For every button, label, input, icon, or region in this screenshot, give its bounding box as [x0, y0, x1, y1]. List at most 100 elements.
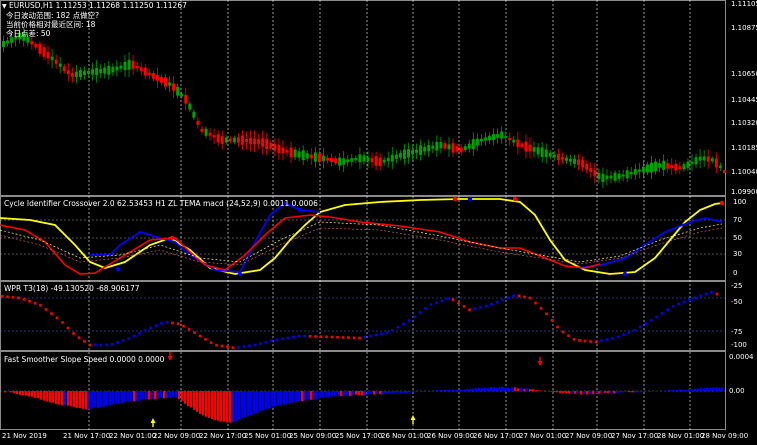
histogram-bar: [481, 388, 484, 391]
wpr-dot: [231, 346, 235, 349]
wpr-dot: [132, 334, 136, 338]
wpr-dot: [220, 344, 224, 348]
candle-body: [609, 175, 613, 179]
histogram-bar: [286, 391, 289, 404]
candle-body: [411, 150, 415, 155]
histogram-bar: [130, 391, 133, 401]
wpr-dot: [446, 297, 449, 301]
candle-body: [249, 137, 253, 144]
candle-body: [42, 47, 46, 57]
candle-body: [625, 170, 629, 179]
histogram-bar: [181, 391, 184, 401]
candle-body: [593, 170, 597, 176]
histogram-bar: [415, 391, 418, 393]
dropdown-triangle-icon[interactable]: ▼: [2, 3, 7, 10]
candle-body: [500, 131, 504, 139]
cycle-yellow-line: [0, 198, 723, 275]
candle-body: [350, 158, 354, 162]
osc2-level: -75: [731, 328, 743, 336]
histogram-bar: [529, 389, 532, 391]
time-tick: 26 Nov 01:00: [381, 432, 429, 440]
candle-body: [451, 143, 455, 153]
osc2-level: -25: [731, 282, 743, 290]
wpr-dot: [215, 343, 218, 347]
price-tick: 1.10320: [731, 119, 757, 127]
histogram-bar: [358, 391, 361, 396]
candle-body: [556, 153, 560, 161]
histogram-bar: [331, 391, 334, 397]
candle-body: [690, 161, 694, 164]
wpr-dot: [83, 340, 86, 343]
histogram-bar: [310, 391, 313, 400]
histogram-bar: [355, 391, 358, 395]
price-tick: 1.10445: [731, 96, 757, 104]
info-line-2: 当前价格相对最近区间: 18: [6, 20, 96, 29]
candle-body: [686, 161, 690, 168]
histogram-bar: [115, 391, 118, 404]
candle-body: [232, 137, 236, 143]
time-tick: 25 Nov 17:00: [335, 432, 383, 440]
wpr-dot: [149, 326, 152, 330]
chart-canvas[interactable]: [0, 0, 757, 445]
candle-body: [62, 66, 66, 72]
candle-body: [330, 158, 334, 163]
candle-body: [204, 128, 208, 136]
wpr-dot: [110, 343, 114, 346]
histogram-bar: [709, 387, 712, 391]
histogram-bar: [367, 391, 370, 395]
candle-body: [119, 65, 123, 69]
histogram-bar: [232, 391, 235, 422]
candle-body: [200, 128, 204, 132]
candle-body: [378, 157, 382, 166]
histogram-bar: [571, 391, 574, 393]
sell-arrow-icon: [167, 352, 173, 361]
time-tick: 22 Nov 09:00: [153, 432, 201, 440]
candle-body: [524, 141, 528, 152]
symbol-quote: EURUSD,H1 1.11253 1.11268 1.11250 1.1126…: [9, 1, 187, 10]
candle-body: [208, 132, 212, 136]
histogram-bar: [520, 387, 523, 391]
histogram-bar: [148, 391, 151, 400]
histogram-bar: [352, 391, 355, 395]
histogram-bar: [262, 391, 265, 411]
time-tick: 27 Nov 17:00: [611, 432, 659, 440]
wpr-dot: [671, 305, 675, 308]
candle-body: [706, 156, 710, 162]
candle-body: [305, 153, 309, 159]
candle-body: [682, 164, 686, 170]
candle-body: [107, 65, 111, 75]
osc2-level: -50: [731, 298, 743, 306]
candle-body: [577, 159, 581, 166]
histogram-bar: [565, 391, 568, 394]
wpr-dot: [187, 328, 191, 331]
histogram-bar: [376, 391, 379, 394]
macd-red-line: [0, 214, 601, 275]
candle-body: [390, 154, 394, 162]
mt4-chart-window[interactable]: ▼ EURUSD,H1 1.11253 1.11268 1.11250 1.11…: [0, 0, 757, 445]
wpr-dot: [484, 304, 488, 308]
wpr-dot: [248, 344, 251, 348]
time-tick: 22 Nov 17:00: [199, 432, 247, 440]
candle-body: [536, 147, 540, 155]
candle-body: [164, 77, 167, 87]
candle-body: [629, 171, 633, 175]
wpr-dot: [633, 328, 636, 332]
candle-body: [297, 151, 301, 158]
wpr-dot: [666, 308, 669, 312]
candle-body: [95, 67, 99, 76]
candle-body: [415, 149, 419, 153]
histogram-bar: [349, 391, 352, 396]
histogram-bar: [259, 391, 262, 411]
wpr-dot: [556, 325, 559, 329]
histogram-bar: [523, 388, 526, 391]
histogram-bar: [202, 391, 205, 416]
histogram-bar: [112, 391, 115, 405]
signal-dot: [297, 207, 303, 213]
candle-body: [216, 134, 220, 143]
wpr-dot: [660, 312, 664, 315]
wpr-dot: [462, 305, 466, 308]
histogram-bar: [337, 391, 340, 396]
wpr-dot: [638, 325, 642, 329]
candle-body: [123, 61, 127, 71]
candle-body: [289, 147, 293, 158]
